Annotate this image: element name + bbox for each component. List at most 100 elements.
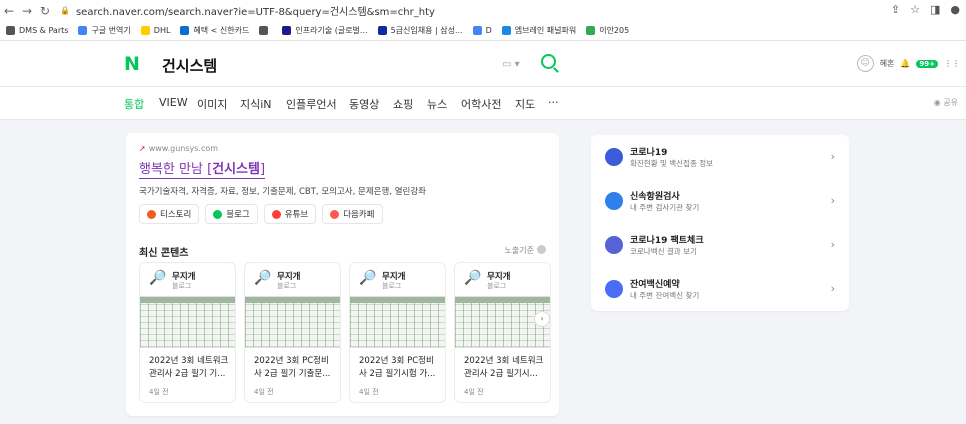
bookmark-item[interactable]: 이안205 <box>586 25 629 36</box>
channel-chip[interactable]: 유튜브 <box>263 204 317 224</box>
search-header: N 건시스템 ▭ ▾ ☺ 혜혼 🔔 99+ ⋮⋮ <box>0 41 966 86</box>
channel-icon <box>330 209 340 219</box>
tab-6[interactable]: 쇼핑 <box>393 96 413 112</box>
naver-logo[interactable]: N <box>124 53 140 75</box>
tab-5[interactable]: 동영상 <box>349 96 379 112</box>
tab-0[interactable]: 통합 <box>124 96 144 112</box>
content-source: 블로그 <box>487 282 507 290</box>
address-bar[interactable]: 🔒 search.naver.com/search.naver?ie=UTF-8… <box>60 3 435 18</box>
bookmark-item[interactable] <box>259 26 272 35</box>
covid-link-sub: 내 주변 잔여백신 찾기 <box>630 291 700 300</box>
bookmark-item[interactable]: 인프라기술 (글로벌... <box>282 25 368 36</box>
bookmark-item[interactable]: 엠브레인 패널파워 <box>501 25 576 36</box>
info-icon[interactable] <box>537 245 546 254</box>
user-name[interactable]: 혜혼 <box>880 58 895 69</box>
forward-icon[interactable]: → <box>18 4 36 18</box>
carousel-next-button[interactable]: › <box>534 311 550 327</box>
site-result-card: ➚ www.gunsys.com 행복한 만남 [건시스템] 국가기술자격, 자격… <box>126 133 559 416</box>
notification-badge[interactable]: 99+ <box>916 59 938 68</box>
tab-3[interactable]: 지식iN <box>240 96 272 112</box>
exposure-criteria[interactable]: 노출기준 <box>505 245 546 256</box>
apps-grid-icon[interactable]: ⋮⋮ <box>944 59 960 68</box>
covid-link-item[interactable]: 신속항원검사 내 주변 검사기관 찾기 › <box>591 179 849 223</box>
bookmark-item[interactable]: 5급신입채용 | 삼성... <box>377 25 463 36</box>
content-source: 블로그 <box>382 282 402 290</box>
content-title[interactable]: 2022년 3회 네트워크관리사 2급 필기시... <box>464 355 546 381</box>
bookmark-favicon-icon <box>377 26 387 35</box>
bookmark-item[interactable]: DHL <box>140 26 171 35</box>
site-channel-chips: 티스토리 블로그 유튜브 다음카페 <box>139 204 383 224</box>
tab-10[interactable]: ··· <box>548 96 559 109</box>
bookmark-label: D <box>485 26 492 35</box>
bookmark-favicon-icon <box>78 26 88 35</box>
covid-link-sub: 코로나백신 결과 보기 <box>630 247 697 256</box>
bookmark-label: 혜택 < 신한카드 <box>193 26 250 35</box>
content-tile[interactable]: 🔎 무지개 블로그 2022년 3회 PC정비사 2급 필기 기출문... 4일 전 <box>244 262 341 403</box>
content-title[interactable]: 2022년 3회 PC정비사 2급 필기시험 가... <box>359 355 441 381</box>
channel-chip[interactable]: 티스토리 <box>139 204 200 224</box>
search-icon[interactable] <box>541 54 556 69</box>
avatar[interactable]: ☺ <box>856 55 874 72</box>
bookmark-label: DHL <box>153 26 171 35</box>
bookmark-label: 구글 번역기 <box>91 26 131 35</box>
bookmark-favicon-icon <box>501 26 511 35</box>
bookmark-label: DMS & Parts <box>19 26 69 35</box>
reload-icon[interactable]: ↻ <box>36 4 54 18</box>
channel-chip[interactable]: 다음카페 <box>322 204 383 224</box>
content-thumbnail[interactable] <box>350 296 445 348</box>
site-description: 국가기술자격, 자격증, 자료, 정보, 기출문제, CBT, 모의고사, 문제… <box>139 187 426 197</box>
bookmark-item[interactable]: DMS & Parts <box>6 26 68 35</box>
covid-link-title: 신속항원검사 <box>630 192 680 202</box>
tab-8[interactable]: 어학사전 <box>461 96 501 112</box>
content-tile[interactable]: 🔎 무지개 블로그 2022년 3회 네트워크관리사 2급 필기시... 4일 전 <box>454 262 551 403</box>
content-source: 블로그 <box>172 282 192 290</box>
channel-chip[interactable]: 블로그 <box>205 204 258 224</box>
content-tile[interactable]: 🔎 무지개 블로그 2022년 3회 네트워크관리사 2급 필기 기... 4일 전 <box>139 262 236 403</box>
content-thumbnail[interactable] <box>140 296 235 348</box>
channel-icon <box>271 209 281 219</box>
bookmark-item[interactable]: 구글 번역기 <box>78 25 131 36</box>
site-url[interactable]: ➚ www.gunsys.com <box>139 144 218 153</box>
bookmark-star-icon[interactable]: ☆ <box>910 3 920 16</box>
covid-link-sub: 내 주변 검사기관 찾기 <box>630 203 700 212</box>
back-icon[interactable]: ← <box>0 4 18 18</box>
share-button[interactable]: ◉ 공유 <box>934 97 958 108</box>
channel-icon <box>147 209 156 219</box>
covid-link-title: 잔여백신예약 <box>630 280 680 290</box>
tab-2[interactable]: 이미지 <box>197 96 227 112</box>
tab-4[interactable]: 인플루언서 <box>286 96 337 112</box>
browser-toolbar: ← → ↻ 🔒 search.naver.com/search.naver?ie… <box>0 0 966 21</box>
site-title-link[interactable]: 행복한 만남 [건시스템] <box>139 158 266 179</box>
tab-1[interactable]: VIEW <box>159 96 188 109</box>
bookmark-item[interactable]: D <box>472 26 492 35</box>
covid-link-item[interactable]: 코로나19 확진현황 및 백신접종 정보 › <box>591 135 849 179</box>
search-tabs: ◉ 공유 통합 VIEW 이미지 지식iN 인플루언서 동영상 쇼핑 뉴스 어학사전 지도 ··· <box>0 86 966 120</box>
keyboard-icon[interactable]: ▭ ▾ <box>502 59 520 70</box>
tab-7[interactable]: 뉴스 <box>427 96 447 112</box>
chip-label: 티스토리 <box>160 210 192 220</box>
search-query[interactable]: 건시스템 <box>162 55 217 76</box>
tab-9[interactable]: 지도 <box>515 96 535 112</box>
covid-link-title: 코로나19 <box>630 148 668 158</box>
magnifier-icon: 🔎 <box>464 270 482 286</box>
content-time: 4일 전 <box>254 388 274 396</box>
covid-icon <box>605 148 623 166</box>
content-thumbnail[interactable] <box>245 296 340 348</box>
sidebar-icon[interactable]: ◨ <box>930 3 940 16</box>
bookmark-favicon-icon <box>282 26 292 35</box>
bookmark-label: 이안205 <box>599 26 630 35</box>
bell-icon[interactable]: 🔔 <box>900 59 910 68</box>
bookmark-item[interactable]: 혜택 < 신한카드 <box>180 25 249 36</box>
content-title[interactable]: 2022년 3회 PC정비사 2급 필기 기출문... <box>254 355 336 381</box>
bookmark-label: 5급신입채용 | 삼성... <box>390 26 463 35</box>
covid-link-item[interactable]: 코로나19 팩트체크 코로나백신 결과 보기 › <box>591 223 849 267</box>
content-title[interactable]: 2022년 3회 네트워크관리사 2급 필기 기... <box>149 355 231 381</box>
bookmark-favicon-icon <box>140 26 150 35</box>
share-page-icon[interactable]: ⇪ <box>891 3 900 16</box>
profile-icon[interactable]: ● <box>950 3 960 16</box>
content-time: 4일 전 <box>464 388 484 396</box>
content-source: 블로그 <box>277 282 297 290</box>
covid-link-item[interactable]: 잔여백신예약 내 주변 잔여백신 찾기 › <box>591 267 849 311</box>
content-tile[interactable]: 🔎 무지개 블로그 2022년 3회 PC정비사 2급 필기시험 가... 4일 전 <box>349 262 446 403</box>
covid-link-sub: 확진현황 및 백신접종 정보 <box>630 159 714 168</box>
